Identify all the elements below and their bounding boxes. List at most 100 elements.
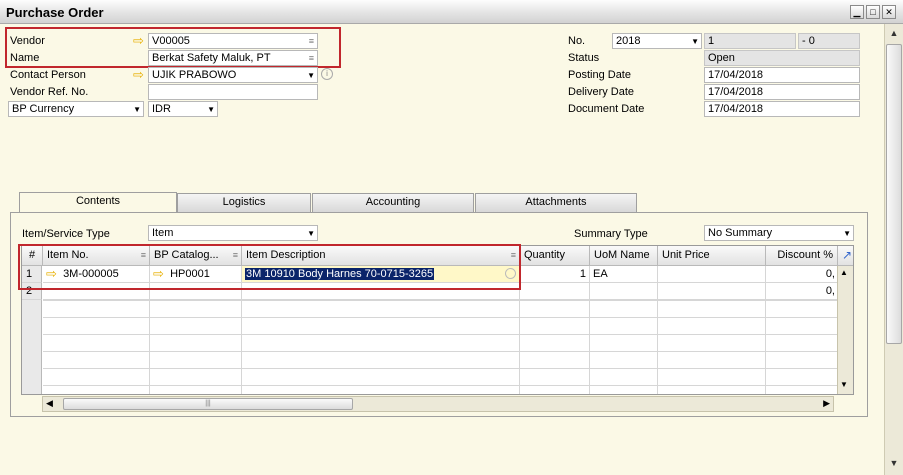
table-cell-unit-price[interactable] xyxy=(658,266,766,283)
delivery-date-field[interactable]: 17/04/2018 xyxy=(704,84,860,100)
form-vertical-scrollbar[interactable]: ▲ ▼ xyxy=(884,24,903,475)
vendor-field[interactable]: V00005 ≡ xyxy=(148,33,318,49)
contact-person-select[interactable]: UJIK PRABOWO ▼ xyxy=(148,67,318,83)
vendor-link-arrow-icon[interactable]: ⇨ xyxy=(133,34,147,47)
service-type-value: Item xyxy=(152,227,174,239)
chevron-down-icon: ▼ xyxy=(691,37,699,46)
scroll-thumb[interactable] xyxy=(886,44,902,344)
chevron-down-icon: ▼ xyxy=(307,229,315,238)
table-cell-uom[interactable] xyxy=(590,283,658,300)
column-header-uom-name[interactable]: UoM Name xyxy=(590,246,658,266)
contact-person-label: Contact Person xyxy=(10,69,86,81)
table-cell-item-description[interactable]: 3M 10910 Body Harnes 70-0715-3265 xyxy=(242,266,520,283)
table-cell-quantity[interactable] xyxy=(520,283,590,300)
close-button[interactable]: ✕ xyxy=(882,5,896,19)
maximize-button[interactable]: □ xyxy=(866,5,880,19)
column-menu-icon[interactable]: ≡ xyxy=(233,246,238,264)
empty-rows xyxy=(43,300,838,394)
bp-catalog-header-label: BP Catalog... xyxy=(154,249,219,261)
summary-type-value: No Summary xyxy=(708,227,773,239)
catalog-link-arrow-icon[interactable]: ⇨ xyxy=(153,267,167,280)
scroll-right-icon[interactable]: ▶ xyxy=(823,398,830,409)
column-divider xyxy=(589,300,590,394)
table-cell-unit-price[interactable] xyxy=(658,283,766,300)
scroll-up-icon[interactable]: ▲ xyxy=(840,268,848,277)
document-date-field[interactable]: 17/04/2018 xyxy=(704,101,860,117)
bp-currency-select[interactable]: BP Currency ▼ xyxy=(8,101,144,117)
table-cell-discount[interactable]: 0, xyxy=(766,266,838,283)
table-cell-discount[interactable]: 0, xyxy=(766,283,838,300)
column-header-item-description[interactable]: Item Description ≡ xyxy=(242,246,520,266)
name-field[interactable]: Berkat Safety Maluk, PT ≡ xyxy=(148,50,318,66)
column-menu-icon[interactable]: ≡ xyxy=(511,246,516,264)
chevron-down-icon: ▼ xyxy=(307,71,315,80)
service-type-select[interactable]: Item ▼ xyxy=(148,225,318,241)
status-label: Status xyxy=(568,52,600,64)
grid-vertical-scrollbar[interactable]: ▲ ▼ xyxy=(837,266,853,394)
grid-horizontal-scrollbar[interactable]: ◀ ||| ▶ xyxy=(42,396,834,412)
table-cell-uom[interactable]: EA xyxy=(590,266,658,283)
items-grid: # Item No. ≡ BP Catalog... ≡ Item Descript… xyxy=(21,245,854,395)
tab-accounting[interactable]: Accounting xyxy=(312,193,474,212)
choose-list-icon[interactable]: ≡ xyxy=(309,34,314,48)
table-cell-bp-catalog[interactable]: ⇨ HP0001 xyxy=(150,266,242,283)
series-select[interactable]: 2018 ▼ xyxy=(612,33,702,49)
document-date-label: Document Date xyxy=(568,103,645,115)
item-no-header-label: Item No. xyxy=(47,249,89,261)
chevron-down-icon: ▼ xyxy=(207,105,215,114)
scroll-down-icon[interactable]: ▼ xyxy=(887,456,901,470)
name-value: Berkat Safety Maluk, PT xyxy=(152,52,271,64)
scroll-down-icon[interactable]: ▼ xyxy=(840,380,848,389)
column-header-discount[interactable]: Discount % xyxy=(766,246,838,266)
description-detail-icon[interactable] xyxy=(505,268,516,279)
column-divider xyxy=(519,300,520,394)
contact-info-icon[interactable]: i xyxy=(321,68,333,80)
column-header-quantity[interactable]: Quantity xyxy=(520,246,590,266)
contact-link-arrow-icon[interactable]: ⇨ xyxy=(133,68,147,81)
table-cell-item-no[interactable]: ⇨ 3M-000005 xyxy=(43,266,150,283)
doc-suffix-field[interactable]: - 0 xyxy=(798,33,860,49)
status-field: Open xyxy=(704,50,860,66)
currency-value: IDR xyxy=(152,103,171,115)
row-number[interactable]: 2 xyxy=(22,283,42,300)
column-menu-icon[interactable]: ≡ xyxy=(141,246,146,264)
doc-number-field[interactable]: 1 xyxy=(704,33,796,49)
column-header-item-no[interactable]: Item No. ≡ xyxy=(43,246,150,266)
scroll-thumb[interactable]: ||| xyxy=(63,398,353,410)
row-number[interactable]: 1 xyxy=(22,266,42,283)
chevron-down-icon: ▼ xyxy=(133,105,141,114)
service-type-label: Item/Service Type xyxy=(22,228,110,240)
scroll-left-icon[interactable]: ◀ xyxy=(46,398,53,409)
description-value: 3M 10910 Body Harnes 70-0715-3265 xyxy=(245,268,435,280)
table-cell-item-no[interactable] xyxy=(43,283,150,300)
summary-type-select[interactable]: No Summary ▼ xyxy=(704,225,854,241)
table-cell-bp-catalog[interactable] xyxy=(150,283,242,300)
table-cell-quantity[interactable]: 1 xyxy=(520,266,590,283)
window-title: Purchase Order xyxy=(6,5,104,20)
column-divider xyxy=(149,300,150,394)
vendor-ref-field[interactable] xyxy=(148,84,318,100)
currency-select[interactable]: IDR ▼ xyxy=(148,101,218,117)
delivery-date-label: Delivery Date xyxy=(568,86,635,98)
chevron-down-icon: ▼ xyxy=(843,229,851,238)
vendor-ref-label: Vendor Ref. No. xyxy=(10,86,89,98)
column-divider xyxy=(657,300,658,394)
tab-contents[interactable]: Contents xyxy=(19,192,177,213)
expand-table-icon[interactable]: ↗ xyxy=(838,246,853,266)
column-header-unit-price[interactable]: Unit Price xyxy=(658,246,766,266)
scroll-up-icon[interactable]: ▲ xyxy=(887,26,901,40)
contact-value: UJIK PRABOWO xyxy=(152,69,237,81)
posting-date-field[interactable]: 17/04/2018 xyxy=(704,67,860,83)
vendor-label: Vendor xyxy=(10,35,45,47)
tab-attachments[interactable]: Attachments xyxy=(475,193,637,212)
column-header-row-number[interactable]: # xyxy=(22,246,43,266)
vendor-value: V00005 xyxy=(152,35,190,47)
column-divider xyxy=(241,300,242,394)
bp-catalog-value: HP0001 xyxy=(170,268,210,280)
minimize-button[interactable]: ▁ xyxy=(850,5,864,19)
column-header-bp-catalog[interactable]: BP Catalog... ≡ xyxy=(150,246,242,266)
table-cell-item-description[interactable] xyxy=(242,283,520,300)
tab-logistics[interactable]: Logistics xyxy=(177,193,311,212)
item-link-arrow-icon[interactable]: ⇨ xyxy=(46,267,60,280)
choose-list-icon[interactable]: ≡ xyxy=(309,51,314,65)
